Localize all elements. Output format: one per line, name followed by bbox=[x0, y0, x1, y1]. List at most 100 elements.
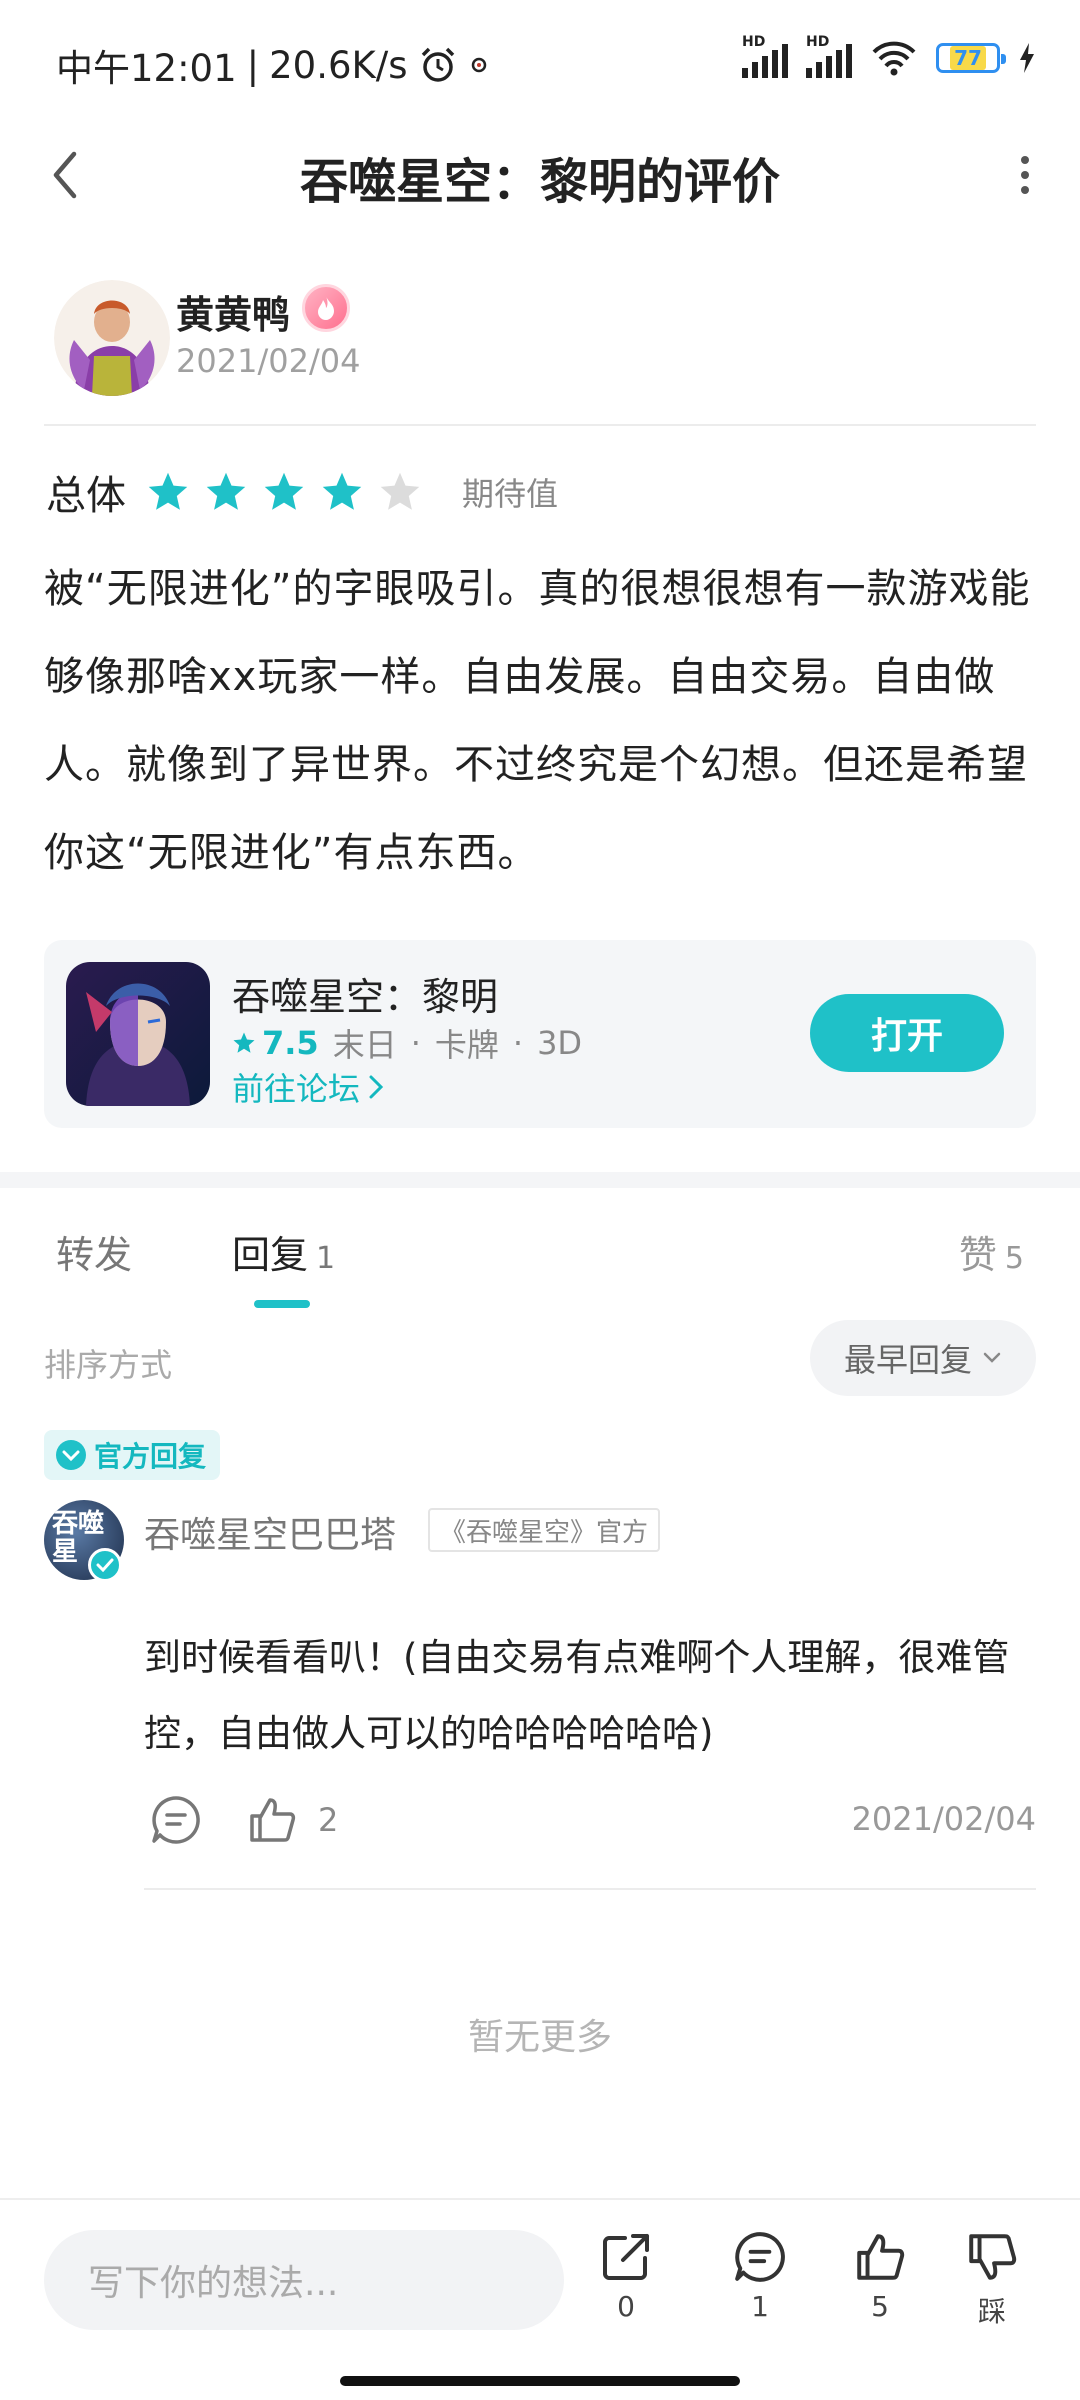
reply-like-count: 2 bbox=[318, 1801, 339, 1839]
sort-dropdown[interactable]: 最早回复 bbox=[810, 1320, 1036, 1396]
wifi-icon bbox=[872, 41, 916, 76]
comment-button[interactable]: 1 bbox=[720, 2230, 800, 2323]
reply-date: 2021/02/04 bbox=[851, 1800, 1036, 1838]
star-filled-icon bbox=[322, 472, 362, 510]
sort-value: 最早回复 bbox=[843, 1341, 972, 1379]
star-filled-icon bbox=[148, 472, 188, 510]
status-left: 中午12:01 | 20.6K/s bbox=[56, 38, 490, 92]
author-name[interactable]: 黄黄鸭 bbox=[176, 284, 290, 339]
game-tag: 3D bbox=[537, 1024, 583, 1062]
thumbs-down-icon bbox=[969, 2234, 1017, 2280]
section-divider bbox=[0, 1172, 1080, 1188]
official-reply-label: 官方回复 bbox=[94, 1440, 207, 1473]
rating-label: 总体 bbox=[46, 473, 126, 519]
reply-source-tag: 《吞噬星空》官方 bbox=[428, 1508, 661, 1552]
divider bbox=[44, 424, 1036, 426]
star-icon bbox=[233, 1032, 255, 1053]
more-dot-icon bbox=[1021, 156, 1029, 164]
comment-count: 1 bbox=[751, 2290, 769, 2323]
game-tag: 末日 bbox=[332, 1026, 397, 1064]
comment-icon bbox=[735, 2232, 785, 2282]
share-count: 0 bbox=[617, 2290, 635, 2323]
tab-forward[interactable]: 转发 bbox=[56, 1224, 132, 1279]
battery-level: 77 bbox=[950, 46, 986, 70]
more-dot-icon bbox=[1021, 171, 1029, 179]
reply-actions: 2 2021/02/04 bbox=[144, 1790, 1036, 1850]
tab-reply-label: 回复 bbox=[232, 1233, 309, 1277]
game-icon bbox=[66, 962, 210, 1106]
reply-comment-button[interactable] bbox=[150, 1794, 202, 1846]
chevron-down-icon bbox=[983, 1352, 1001, 1363]
signal-2-icon: HD bbox=[806, 34, 852, 78]
star-filled-icon bbox=[264, 472, 304, 510]
tab-forward-label: 转发 bbox=[56, 1233, 133, 1277]
reply-text: 到时候看看叭！(自由交易有点难啊个人理解，很难管控，自由做人可以的哈哈哈哈哈哈) bbox=[144, 1636, 1010, 1755]
game-card[interactable]: 吞噬星空：黎明 7.5 末日 · 卡牌 · 3D 前往论坛 打开 bbox=[44, 940, 1036, 1128]
signal-hd-label: HD bbox=[742, 34, 766, 50]
tab-reply-count: 1 bbox=[316, 1241, 336, 1276]
tag-separator: · bbox=[410, 1024, 421, 1062]
share-button[interactable]: 0 bbox=[586, 2230, 666, 2323]
comment-icon bbox=[152, 1796, 200, 1844]
open-game-button[interactable]: 打开 bbox=[810, 994, 1004, 1072]
rating-row: 总体 期待值 bbox=[46, 462, 558, 522]
verified-icon bbox=[88, 1548, 122, 1582]
status-right: HD HD 77 bbox=[742, 34, 1036, 78]
flame-icon bbox=[318, 296, 334, 320]
forum-link[interactable]: 前往论坛 bbox=[232, 1064, 384, 1110]
tab-reply[interactable]: 回复 1 bbox=[232, 1224, 335, 1279]
status-time: 中午12:01 bbox=[56, 47, 237, 90]
home-indicator[interactable] bbox=[340, 2376, 740, 2386]
review-text: 被“无限进化”的字眼吸引。真的很想很想有一款游戏能够像那啥xx玩家一样。自由发展… bbox=[44, 566, 1031, 876]
game-cover-image bbox=[66, 962, 210, 1106]
status-bar: 中午12:01 | 20.6K/s HD HD 77 bbox=[0, 0, 1080, 120]
tab-like[interactable]: 赞5 bbox=[959, 1224, 1024, 1279]
rating-tag: 期待值 bbox=[462, 475, 559, 513]
user-level-badge-icon bbox=[302, 284, 350, 332]
star-filled-icon bbox=[206, 472, 246, 510]
alarm-icon bbox=[421, 47, 454, 82]
more-button[interactable] bbox=[1010, 150, 1040, 200]
more-dot-icon bbox=[1021, 186, 1029, 194]
tab-like-count: 5 bbox=[1004, 1241, 1024, 1276]
reply-author-name[interactable]: 吞噬星空巴巴塔 bbox=[144, 1506, 396, 1558]
official-reply-tag: 官方回复 bbox=[44, 1430, 221, 1480]
share-icon bbox=[603, 2234, 649, 2280]
tag-separator: · bbox=[512, 1024, 524, 1062]
review-author: 黄黄鸭 2021/02/04 bbox=[44, 270, 1044, 410]
chevron-right-icon bbox=[369, 1075, 384, 1099]
comment-input-placeholder: 写下你的想法... bbox=[88, 2263, 339, 2304]
notification-icon bbox=[471, 57, 486, 73]
game-tag: 卡牌 bbox=[434, 1026, 499, 1064]
thumbs-up-icon bbox=[250, 1798, 296, 1842]
star-empty-icon bbox=[380, 472, 420, 510]
no-more-label: 暂无更多 bbox=[467, 2017, 612, 2058]
thumbs-up-icon bbox=[857, 2234, 905, 2280]
header: 吞噬星空：黎明的评价 bbox=[0, 120, 1080, 230]
active-tab-indicator bbox=[254, 1300, 310, 1308]
sort-label: 排序方式 bbox=[44, 1346, 173, 1384]
game-name: 吞噬星空：黎明 bbox=[232, 975, 499, 1019]
review-date: 2021/02/04 bbox=[176, 342, 361, 380]
author-avatar[interactable] bbox=[54, 280, 170, 396]
tab-like-label: 赞 bbox=[958, 1233, 997, 1277]
game-score-value: 7.5 bbox=[262, 1024, 319, 1062]
bottom-action-bar: 写下你的想法... 0 1 5 踩 bbox=[0, 2198, 1080, 2400]
charging-icon bbox=[1020, 43, 1034, 73]
tab-bar: 转发 回复 1 赞5 bbox=[0, 1188, 1080, 1308]
checkmark-icon bbox=[56, 1440, 86, 1470]
battery-icon: 77 bbox=[936, 43, 1006, 73]
divider bbox=[144, 1888, 1036, 1890]
like-button[interactable]: 5 bbox=[840, 2230, 920, 2323]
network-speed: 20.6K/s bbox=[269, 43, 408, 87]
reply-like-button[interactable]: 2 bbox=[246, 1790, 338, 1850]
game-meta: 7.5 末日 · 卡牌 · 3D bbox=[232, 1020, 582, 1066]
game-score: 7.5 bbox=[232, 1024, 319, 1062]
dislike-button[interactable]: 踩 bbox=[952, 2230, 1032, 2330]
dislike-label: 踩 bbox=[977, 2295, 1006, 2328]
like-count: 5 bbox=[871, 2290, 889, 2323]
signal-2-hd-label: HD bbox=[806, 34, 830, 50]
page-title: 吞噬星空：黎明的评价 bbox=[299, 154, 780, 210]
avatar-image bbox=[54, 280, 170, 396]
comment-input[interactable]: 写下你的想法... bbox=[44, 2230, 564, 2330]
